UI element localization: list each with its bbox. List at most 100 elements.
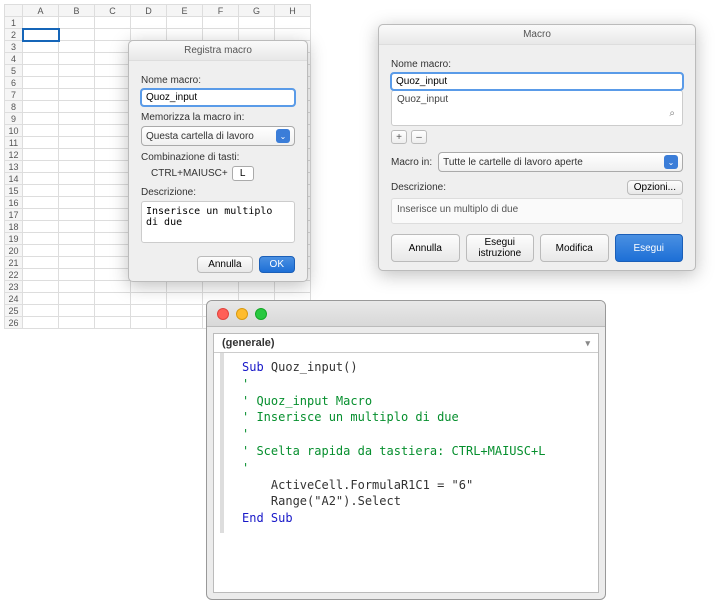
row-header[interactable]: 22 (5, 269, 23, 281)
cell[interactable] (95, 161, 131, 173)
cell[interactable] (95, 317, 131, 329)
cell[interactable] (59, 29, 95, 41)
row-header[interactable]: 15 (5, 185, 23, 197)
cell[interactable] (59, 161, 95, 173)
row-header[interactable]: 9 (5, 113, 23, 125)
col-header[interactable]: A (23, 5, 59, 17)
cell[interactable] (23, 17, 59, 29)
cell[interactable] (167, 29, 203, 41)
cell[interactable] (239, 17, 275, 29)
col-header[interactable]: D (131, 5, 167, 17)
options-button[interactable]: Opzioni... (627, 180, 683, 195)
cell[interactable] (59, 173, 95, 185)
cell[interactable] (23, 185, 59, 197)
cell[interactable] (59, 317, 95, 329)
list-item[interactable]: Quoz_input (397, 94, 448, 105)
col-header[interactable]: B (59, 5, 95, 17)
cell[interactable] (275, 29, 311, 41)
row-header[interactable]: 3 (5, 41, 23, 53)
cell[interactable] (167, 305, 203, 317)
row-header[interactable]: 13 (5, 161, 23, 173)
cell[interactable] (23, 305, 59, 317)
row-header[interactable]: 24 (5, 293, 23, 305)
cell[interactable] (23, 173, 59, 185)
cell[interactable] (59, 137, 95, 149)
cell[interactable] (203, 281, 239, 293)
row-header[interactable]: 5 (5, 65, 23, 77)
cell[interactable] (59, 221, 95, 233)
cell[interactable] (59, 77, 95, 89)
cell[interactable] (95, 269, 131, 281)
row-header[interactable]: 20 (5, 245, 23, 257)
remove-button[interactable]: – (411, 130, 427, 144)
cell[interactable] (95, 17, 131, 29)
cell[interactable] (275, 281, 311, 293)
cell[interactable] (95, 149, 131, 161)
row-header[interactable]: 8 (5, 101, 23, 113)
row-header[interactable]: 1 (5, 17, 23, 29)
row-header[interactable]: 10 (5, 125, 23, 137)
cell[interactable] (95, 209, 131, 221)
cell[interactable] (23, 293, 59, 305)
cell[interactable] (95, 41, 131, 53)
cell[interactable] (59, 197, 95, 209)
cell[interactable] (95, 29, 131, 41)
row-header[interactable]: 2 (5, 29, 23, 41)
row-header[interactable]: 6 (5, 77, 23, 89)
cell[interactable] (23, 29, 59, 41)
cell[interactable] (23, 269, 59, 281)
cell[interactable] (59, 41, 95, 53)
cell[interactable] (23, 137, 59, 149)
col-header[interactable]: E (167, 5, 203, 17)
cell[interactable] (23, 101, 59, 113)
col-header[interactable]: F (203, 5, 239, 17)
textarea-descrizione[interactable] (141, 201, 295, 243)
row-header[interactable]: 4 (5, 53, 23, 65)
corner-cell[interactable] (5, 5, 23, 17)
col-header[interactable]: H (275, 5, 311, 17)
cell[interactable] (59, 89, 95, 101)
macro-listbox[interactable]: Quoz_input (391, 90, 683, 126)
cell[interactable] (59, 293, 95, 305)
row-header[interactable]: 25 (5, 305, 23, 317)
cell[interactable] (95, 101, 131, 113)
cell[interactable] (23, 161, 59, 173)
cell[interactable] (167, 281, 203, 293)
cell[interactable] (23, 197, 59, 209)
cell[interactable] (59, 209, 95, 221)
row-header[interactable]: 12 (5, 149, 23, 161)
cell[interactable] (95, 305, 131, 317)
zoom-icon[interactable] (255, 308, 267, 320)
cell[interactable] (95, 173, 131, 185)
cell[interactable] (59, 257, 95, 269)
cell[interactable] (23, 125, 59, 137)
cell[interactable] (23, 149, 59, 161)
cell[interactable] (95, 233, 131, 245)
cell[interactable] (59, 53, 95, 65)
cell[interactable] (131, 317, 167, 329)
row-header[interactable]: 17 (5, 209, 23, 221)
cell[interactable] (59, 245, 95, 257)
cell[interactable] (59, 269, 95, 281)
cell[interactable] (95, 185, 131, 197)
cell[interactable] (59, 113, 95, 125)
cell[interactable] (23, 281, 59, 293)
input-nome-macro[interactable] (141, 89, 295, 106)
cell[interactable] (59, 281, 95, 293)
add-button[interactable]: + (391, 130, 407, 144)
row-header[interactable]: 14 (5, 173, 23, 185)
row-header[interactable]: 7 (5, 89, 23, 101)
cell[interactable] (23, 257, 59, 269)
cell[interactable] (95, 197, 131, 209)
cell[interactable] (59, 65, 95, 77)
cell[interactable] (23, 89, 59, 101)
cell[interactable] (95, 293, 131, 305)
close-icon[interactable] (217, 308, 229, 320)
row-header[interactable]: 21 (5, 257, 23, 269)
cell[interactable] (23, 65, 59, 77)
input-nome-macro[interactable] (391, 73, 683, 90)
cell[interactable] (131, 29, 167, 41)
cell[interactable] (131, 305, 167, 317)
cell[interactable] (239, 281, 275, 293)
input-shortcut-key[interactable] (232, 166, 254, 181)
